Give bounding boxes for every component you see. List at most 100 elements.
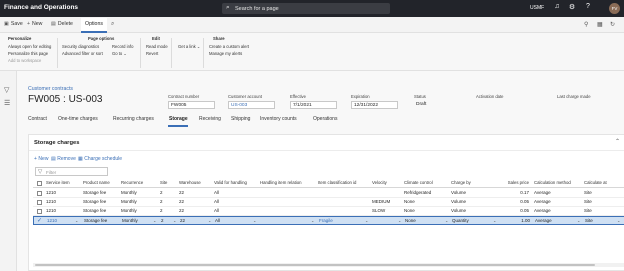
chevron-down-icon[interactable]: ⌄ <box>173 217 176 225</box>
col-calculate-at[interactable]: Calculate at <box>584 178 607 188</box>
scrollbar-thumb[interactable] <box>35 264 595 266</box>
tab-options[interactable]: Options <box>81 18 107 33</box>
cell-valid-for-handling[interactable]: All <box>214 189 219 197</box>
chevron-down-icon[interactable]: ⌄ <box>208 217 211 225</box>
manage-my-alerts[interactable]: Manage my alerts <box>209 51 242 56</box>
field-value[interactable]: 12/31/2022 <box>351 101 398 109</box>
tab-contract[interactable]: Contract <box>28 116 47 122</box>
company-picker[interactable]: USMF <box>530 5 544 11</box>
tab-one-time-charges[interactable]: One-time charges <box>58 116 98 122</box>
chevron-down-icon[interactable]: ⌄ <box>617 217 620 225</box>
cell-site[interactable]: 2 <box>160 207 163 215</box>
chevron-down-icon[interactable]: ⌄ <box>493 217 496 225</box>
cell-calculation-method[interactable]: Average <box>534 189 551 197</box>
select-all-checkbox[interactable] <box>37 180 42 186</box>
cell-service-item[interactable]: 1210 <box>46 198 56 206</box>
cell-climate-control[interactable]: None <box>404 198 415 206</box>
field-value[interactable]: FW005 <box>168 101 215 109</box>
advanced-filter-or-sort[interactable]: Advanced filter or sort <box>62 51 103 56</box>
tab-shipping[interactable]: Shipping <box>231 116 250 122</box>
cell-service-item[interactable]: 1210 <box>47 217 57 225</box>
tab-receiving[interactable]: Receiving <box>199 116 221 122</box>
cell-warehouse[interactable]: 22 <box>179 189 184 197</box>
cell-sales-price[interactable]: 0.05 <box>500 207 529 215</box>
chevron-down-icon[interactable]: ⌄ <box>365 217 368 225</box>
row-checkbox[interactable] <box>37 199 42 205</box>
col-recurrence[interactable]: Recurrence <box>121 178 143 188</box>
chevron-down-icon[interactable]: ⌄ <box>75 217 78 225</box>
chevron-down-icon[interactable]: ⌄ <box>253 217 256 225</box>
list-icon[interactable]: ☰ <box>4 99 10 107</box>
cell-calculate-at[interactable]: Site <box>584 198 592 206</box>
horizontal-scrollbar[interactable] <box>33 263 624 267</box>
chevron-down-icon[interactable]: ⌄ <box>311 217 314 225</box>
tab-recurring-charges[interactable]: Recurring charges <box>113 116 154 122</box>
cell-climate-control[interactable]: Refridgerated <box>404 189 431 197</box>
col-sales-price[interactable]: Sales price <box>500 178 529 188</box>
save-button[interactable]: ▣ Save <box>4 21 23 27</box>
cell-sales-price[interactable]: 0.05 <box>500 198 529 206</box>
customer-account-field[interactable]: Customer account US-003 <box>228 94 275 109</box>
new-button[interactable]: + New <box>27 21 42 27</box>
cell-warehouse[interactable]: 22 <box>180 217 185 225</box>
cell-valid-for-handling[interactable]: All <box>215 217 220 225</box>
col-product-name[interactable]: Product name <box>83 178 110 188</box>
col-handling-item-relation[interactable]: Handling item relation <box>260 178 302 188</box>
record-info[interactable]: Record info <box>112 44 133 49</box>
cell-valid-for-handling[interactable]: All <box>214 198 219 206</box>
cell-warehouse[interactable]: 22 <box>179 207 184 215</box>
chevron-down-icon[interactable]: ⌄ <box>445 217 448 225</box>
cell-site[interactable]: 2 <box>160 198 163 206</box>
contract-number-field[interactable]: Contract number FW005 <box>168 94 215 109</box>
table-row[interactable]: 1210 Storage fee Monthly 2 22 All Refrid… <box>33 189 624 198</box>
chevron-down-icon[interactable]: ⌄ <box>398 217 401 225</box>
row-checkbox[interactable] <box>37 190 42 196</box>
col-site[interactable]: Site <box>160 178 167 188</box>
cell-charge-by[interactable]: Volume <box>451 207 466 215</box>
tab-inventory-counts[interactable]: Inventory counts <box>260 116 297 122</box>
cell-valid-for-handling[interactable]: All <box>214 207 219 215</box>
grid-new-button[interactable]: + New <box>34 156 48 162</box>
charge-schedule-button[interactable]: ▦ Charge schedule <box>78 156 122 162</box>
cell-sales-price[interactable]: 0.17 <box>500 189 529 197</box>
cell-site[interactable]: 2 <box>161 217 164 225</box>
cell-service-item[interactable]: 1210 <box>46 207 56 215</box>
bell-icon[interactable]: ♫ <box>552 3 562 10</box>
revert[interactable]: Revert <box>146 51 158 56</box>
cell-charge-by[interactable]: Volume <box>451 198 466 206</box>
col-velocity[interactable]: Velocity <box>372 178 387 188</box>
always-open-for-editing[interactable]: Always open for editing <box>8 44 51 49</box>
gear-icon[interactable]: ⚙ <box>567 3 577 11</box>
col-calculation-method[interactable]: Calculation method <box>534 178 571 188</box>
add-to-workspace[interactable]: Add to workspace <box>8 58 41 63</box>
expiration-field[interactable]: Expiration 12/31/2022 <box>351 94 398 109</box>
field-value[interactable]: 7/1/2021 <box>290 101 337 109</box>
chevron-down-icon[interactable]: ⌄ <box>153 217 156 225</box>
cell-recurrence[interactable]: Monthly <box>121 207 137 215</box>
cell-calculate-at[interactable]: Site <box>584 207 592 215</box>
chevron-down-icon[interactable]: ⌄ <box>577 217 580 225</box>
app-title[interactable]: Finance and Operations <box>4 4 78 11</box>
cell-velocity[interactable]: MEDIUM <box>372 198 390 206</box>
attach-icon[interactable]: ⚲ <box>584 21 588 28</box>
col-valid-for-handling[interactable]: Valid for handling <box>214 178 247 188</box>
cell-recurrence[interactable]: Monthly <box>121 189 137 197</box>
search-icon[interactable]: ⌕ <box>111 21 114 28</box>
create-custom-alert[interactable]: Create a custom alert <box>209 44 249 49</box>
tab-storage[interactable]: Storage <box>169 116 188 122</box>
row-checkbox[interactable] <box>37 208 42 214</box>
cell-recurrence[interactable]: Monthly <box>121 198 137 206</box>
field-value[interactable]: US-003 <box>228 101 275 109</box>
security-diagnostics[interactable]: Security diagnostics <box>62 44 99 49</box>
col-item-classification-id[interactable]: Item classification id <box>318 178 356 188</box>
cell-climate-control[interactable]: None <box>404 207 415 215</box>
cell-service-item[interactable]: 1210 <box>46 189 56 197</box>
help-icon[interactable]: ? <box>583 3 593 10</box>
delete-button[interactable]: ▤ Delete <box>51 21 73 27</box>
cell-velocity[interactable]: SLOW <box>372 207 385 215</box>
global-search-box[interactable]: ⌕ Search for a page <box>222 3 390 14</box>
effective-field[interactable]: Effective 7/1/2021 <box>290 94 337 109</box>
cell-climate-control[interactable]: None <box>405 217 416 225</box>
get-a-link[interactable]: Get a link ⌄ <box>178 44 200 49</box>
cell-calculate-at[interactable]: Site <box>585 217 593 225</box>
